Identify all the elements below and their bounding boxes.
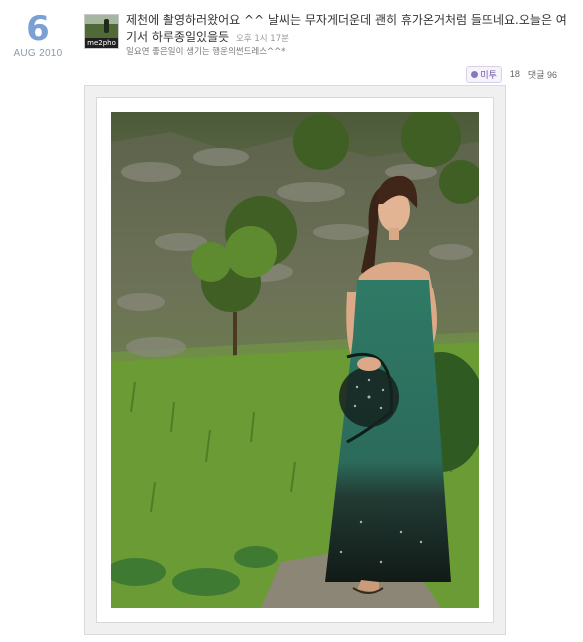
date-day: 6: [26, 9, 50, 49]
post-body: 제천에 촬영하러왔어요 ^^ 날씨는 무자게더운데 괜히 휴가온거처럼 들뜨네요…: [126, 12, 571, 48]
post-meta: 미투 18 댓글 96: [466, 65, 557, 83]
avatar-figure: [104, 19, 109, 33]
comments-link[interactable]: 댓글 96: [528, 68, 557, 81]
post-time[interactable]: 오후 1시 17분: [236, 34, 289, 44]
me2-button[interactable]: 미투: [466, 65, 502, 83]
me2-count[interactable]: 18: [510, 69, 520, 79]
photo-illustration: [111, 112, 479, 608]
post-tags[interactable]: 일요연 좋은일이 생기는 행운의썬드레스^^*: [126, 45, 286, 57]
photo-mat: [96, 97, 494, 623]
post-date: 6 AUG 2010: [10, 10, 66, 59]
date-month-year: AUG 2010: [13, 48, 63, 59]
avatar-hill: [85, 24, 118, 38]
avatar[interactable]: me2pho: [84, 14, 119, 49]
avatar-label: me2pho: [85, 38, 118, 48]
post-text: 제천에 촬영하러왔어요 ^^ 날씨는 무자게더운데 괜히 휴가온거처럼 들뜨네요…: [126, 13, 567, 44]
me2-label: 미투: [480, 69, 497, 80]
me2-icon: [471, 70, 479, 78]
post-photo[interactable]: [111, 112, 479, 608]
photo-frame: [84, 85, 506, 635]
